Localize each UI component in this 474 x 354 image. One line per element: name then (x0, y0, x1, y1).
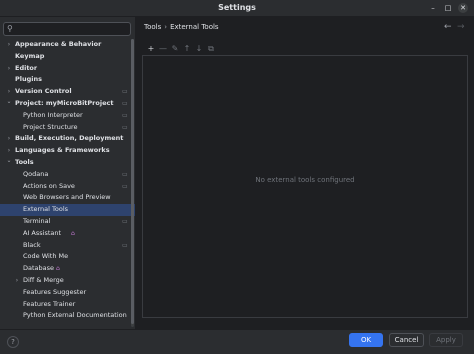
sidebar-item-ai-assistant[interactable]: AI Assistant ⌂ (0, 228, 135, 240)
search-icon: ⚲ (7, 24, 13, 33)
sidebar-item-features-trainer[interactable]: Features Trainer (0, 299, 135, 311)
move-down-icon[interactable]: ↓ (194, 43, 204, 54)
sidebar-item-plugins[interactable]: Plugins (0, 74, 135, 86)
chevron-right-icon[interactable]: › (5, 39, 13, 51)
back-arrow-icon[interactable]: ← (444, 22, 452, 32)
sidebar-item-project-mymicrobitproject[interactable]: ⌄ Project: myMicroBitProject ▭ (0, 96, 135, 110)
sidebar-item-actions-on-save[interactable]: Actions on Save ▭ (0, 181, 135, 193)
sidebar-item-label: Plugins (15, 75, 42, 84)
sidebar-item-features-suggester[interactable]: Features Suggester (0, 287, 135, 299)
sidebar-item-label: External Tools (23, 205, 69, 214)
external-tools-toolbar: + — ✎ ↑ ↓ ⧉ (144, 43, 467, 55)
sidebar-item-database[interactable]: Database ⌂ (0, 263, 135, 275)
project-scope-icon: ▭ (122, 88, 128, 96)
lock-icon: ⌂ (56, 265, 60, 273)
sidebar-item-web-browsers-and-preview[interactable]: Web Browsers and Preview (0, 192, 135, 204)
remove-icon[interactable]: — (158, 43, 168, 54)
chevron-down-icon[interactable]: ⌄ (5, 96, 13, 108)
sidebar-item-label: Qodana (23, 169, 49, 178)
ok-button[interactable]: OK (349, 333, 383, 347)
sidebar-item-appearance-behavior[interactable]: › Appearance & Behavior (0, 39, 135, 51)
external-tools-list[interactable]: No external tools configured (142, 55, 468, 318)
sidebar-item-label: Features Trainer (23, 299, 76, 308)
chevron-right-icon[interactable]: › (13, 275, 21, 287)
forward-arrow-icon[interactable]: → (457, 22, 465, 32)
breadcrumb-separator-icon: › (164, 23, 168, 31)
lock-icon: ⌂ (71, 229, 75, 237)
sidebar-item-qodana[interactable]: Qodana ▭ (0, 169, 135, 181)
sidebar-item-version-control[interactable]: › Version Control ▭ (0, 86, 135, 98)
apply-button[interactable]: Apply (429, 333, 463, 347)
sidebar-item-label: Python Interpreter (23, 110, 83, 119)
sidebar-item-label: Tools (15, 157, 34, 166)
scrollbar-thumb[interactable] (131, 39, 134, 324)
sidebar-item-label: Web Browsers and Preview (23, 193, 111, 202)
sidebar-item-label: Diff & Merge (23, 275, 64, 284)
chevron-down-icon[interactable]: ⌄ (5, 155, 13, 167)
sidebar-item-tools[interactable]: ⌄ Tools (0, 155, 135, 169)
sidebar-item-label: Keymap (15, 51, 45, 60)
sidebar-item-label: Editor (15, 63, 38, 72)
breadcrumb-item: External Tools (170, 23, 219, 31)
add-icon[interactable]: + (146, 43, 156, 54)
sidebar-item-build-execution-deployment[interactable]: › Build, Execution, Deployment (0, 133, 135, 145)
settings-tree: › Appearance & Behavior Keymap › Editor Plugi… (0, 39, 135, 322)
content-pane: Tools › External Tools ← → + — ✎ ↑ ↓ ⧉ No … (137, 17, 474, 329)
move-up-icon[interactable]: ↑ (182, 43, 192, 54)
close-icon[interactable]: ✕ (458, 3, 468, 13)
sidebar-item-label: Version Control (15, 87, 72, 96)
project-scope-icon: ▭ (122, 241, 128, 249)
sidebar-item-black[interactable]: Black ▭ (0, 240, 135, 252)
sidebar-item-terminal[interactable]: Terminal ▭ (0, 216, 135, 228)
sidebar-item-languages-frameworks[interactable]: › Languages & Frameworks (0, 145, 135, 157)
title-bar: Settings – □ ✕ (0, 0, 474, 17)
window-title: Settings (218, 3, 256, 12)
chevron-right-icon[interactable]: › (5, 133, 13, 145)
project-scope-icon: ▭ (122, 170, 128, 178)
sidebar-item-label: Actions on Save (23, 181, 75, 190)
sidebar-item-label: Database (23, 264, 55, 273)
edit-icon[interactable]: ✎ (170, 43, 180, 54)
project-scope-icon: ▭ (122, 111, 128, 119)
settings-sidebar: ⚲ › Appearance & Behavior Keymap › Editor Plu… (0, 17, 136, 329)
project-scope-icon: ▭ (122, 99, 128, 107)
sidebar-item-python-external-documentation[interactable]: Python External Documentation (0, 310, 135, 322)
sidebar-item-label: Build, Execution, Deployment (15, 134, 124, 143)
search-box[interactable]: ⚲ (3, 22, 131, 36)
chevron-right-icon[interactable]: › (5, 63, 13, 75)
sidebar-item-label: Terminal (23, 216, 51, 225)
sidebar-item-label: Python External Documentation (23, 311, 127, 320)
empty-state-text: No external tools configured (255, 176, 355, 184)
sidebar-scrollbar[interactable] (131, 39, 134, 327)
project-scope-icon: ▭ (122, 123, 128, 131)
copy-icon[interactable]: ⧉ (206, 43, 216, 54)
project-scope-icon: ▭ (122, 182, 128, 190)
project-scope-icon: ▭ (122, 217, 128, 225)
sidebar-item-diff-merge[interactable]: › Diff & Merge (0, 275, 135, 287)
breadcrumb-item[interactable]: Tools (144, 23, 161, 31)
sidebar-item-label: Project: myMicroBitProject (15, 98, 114, 107)
sidebar-item-label: Features Suggester (23, 287, 87, 296)
cancel-button[interactable]: Cancel (389, 333, 424, 347)
sidebar-item-label: Appearance & Behavior (15, 40, 102, 48)
sidebar-item-python-interpreter[interactable]: Python Interpreter ▭ (0, 110, 135, 122)
sidebar-item-keymap[interactable]: Keymap (0, 51, 135, 63)
minimize-icon[interactable]: – (428, 3, 438, 13)
sidebar-item-project-structure[interactable]: Project Structure ▭ (0, 122, 135, 134)
breadcrumb: Tools › External Tools (144, 23, 219, 31)
sidebar-item-external-tools[interactable]: External Tools (0, 204, 135, 216)
help-icon[interactable]: ? (7, 336, 19, 348)
sidebar-item-label: Project Structure (23, 122, 78, 131)
search-input[interactable] (18, 24, 126, 34)
sidebar-item-label: Languages & Frameworks (15, 146, 110, 155)
sidebar-item-editor[interactable]: › Editor (0, 63, 135, 75)
sidebar-item-label: Code With Me (23, 252, 69, 261)
sidebar-item-label: Black (23, 240, 41, 249)
sidebar-item-label: AI Assistant (23, 228, 62, 237)
sidebar-item-code-with-me[interactable]: Code With Me (0, 251, 135, 263)
maximize-icon[interactable]: □ (443, 3, 453, 13)
dialog-footer: ? OK Cancel Apply (0, 329, 474, 354)
